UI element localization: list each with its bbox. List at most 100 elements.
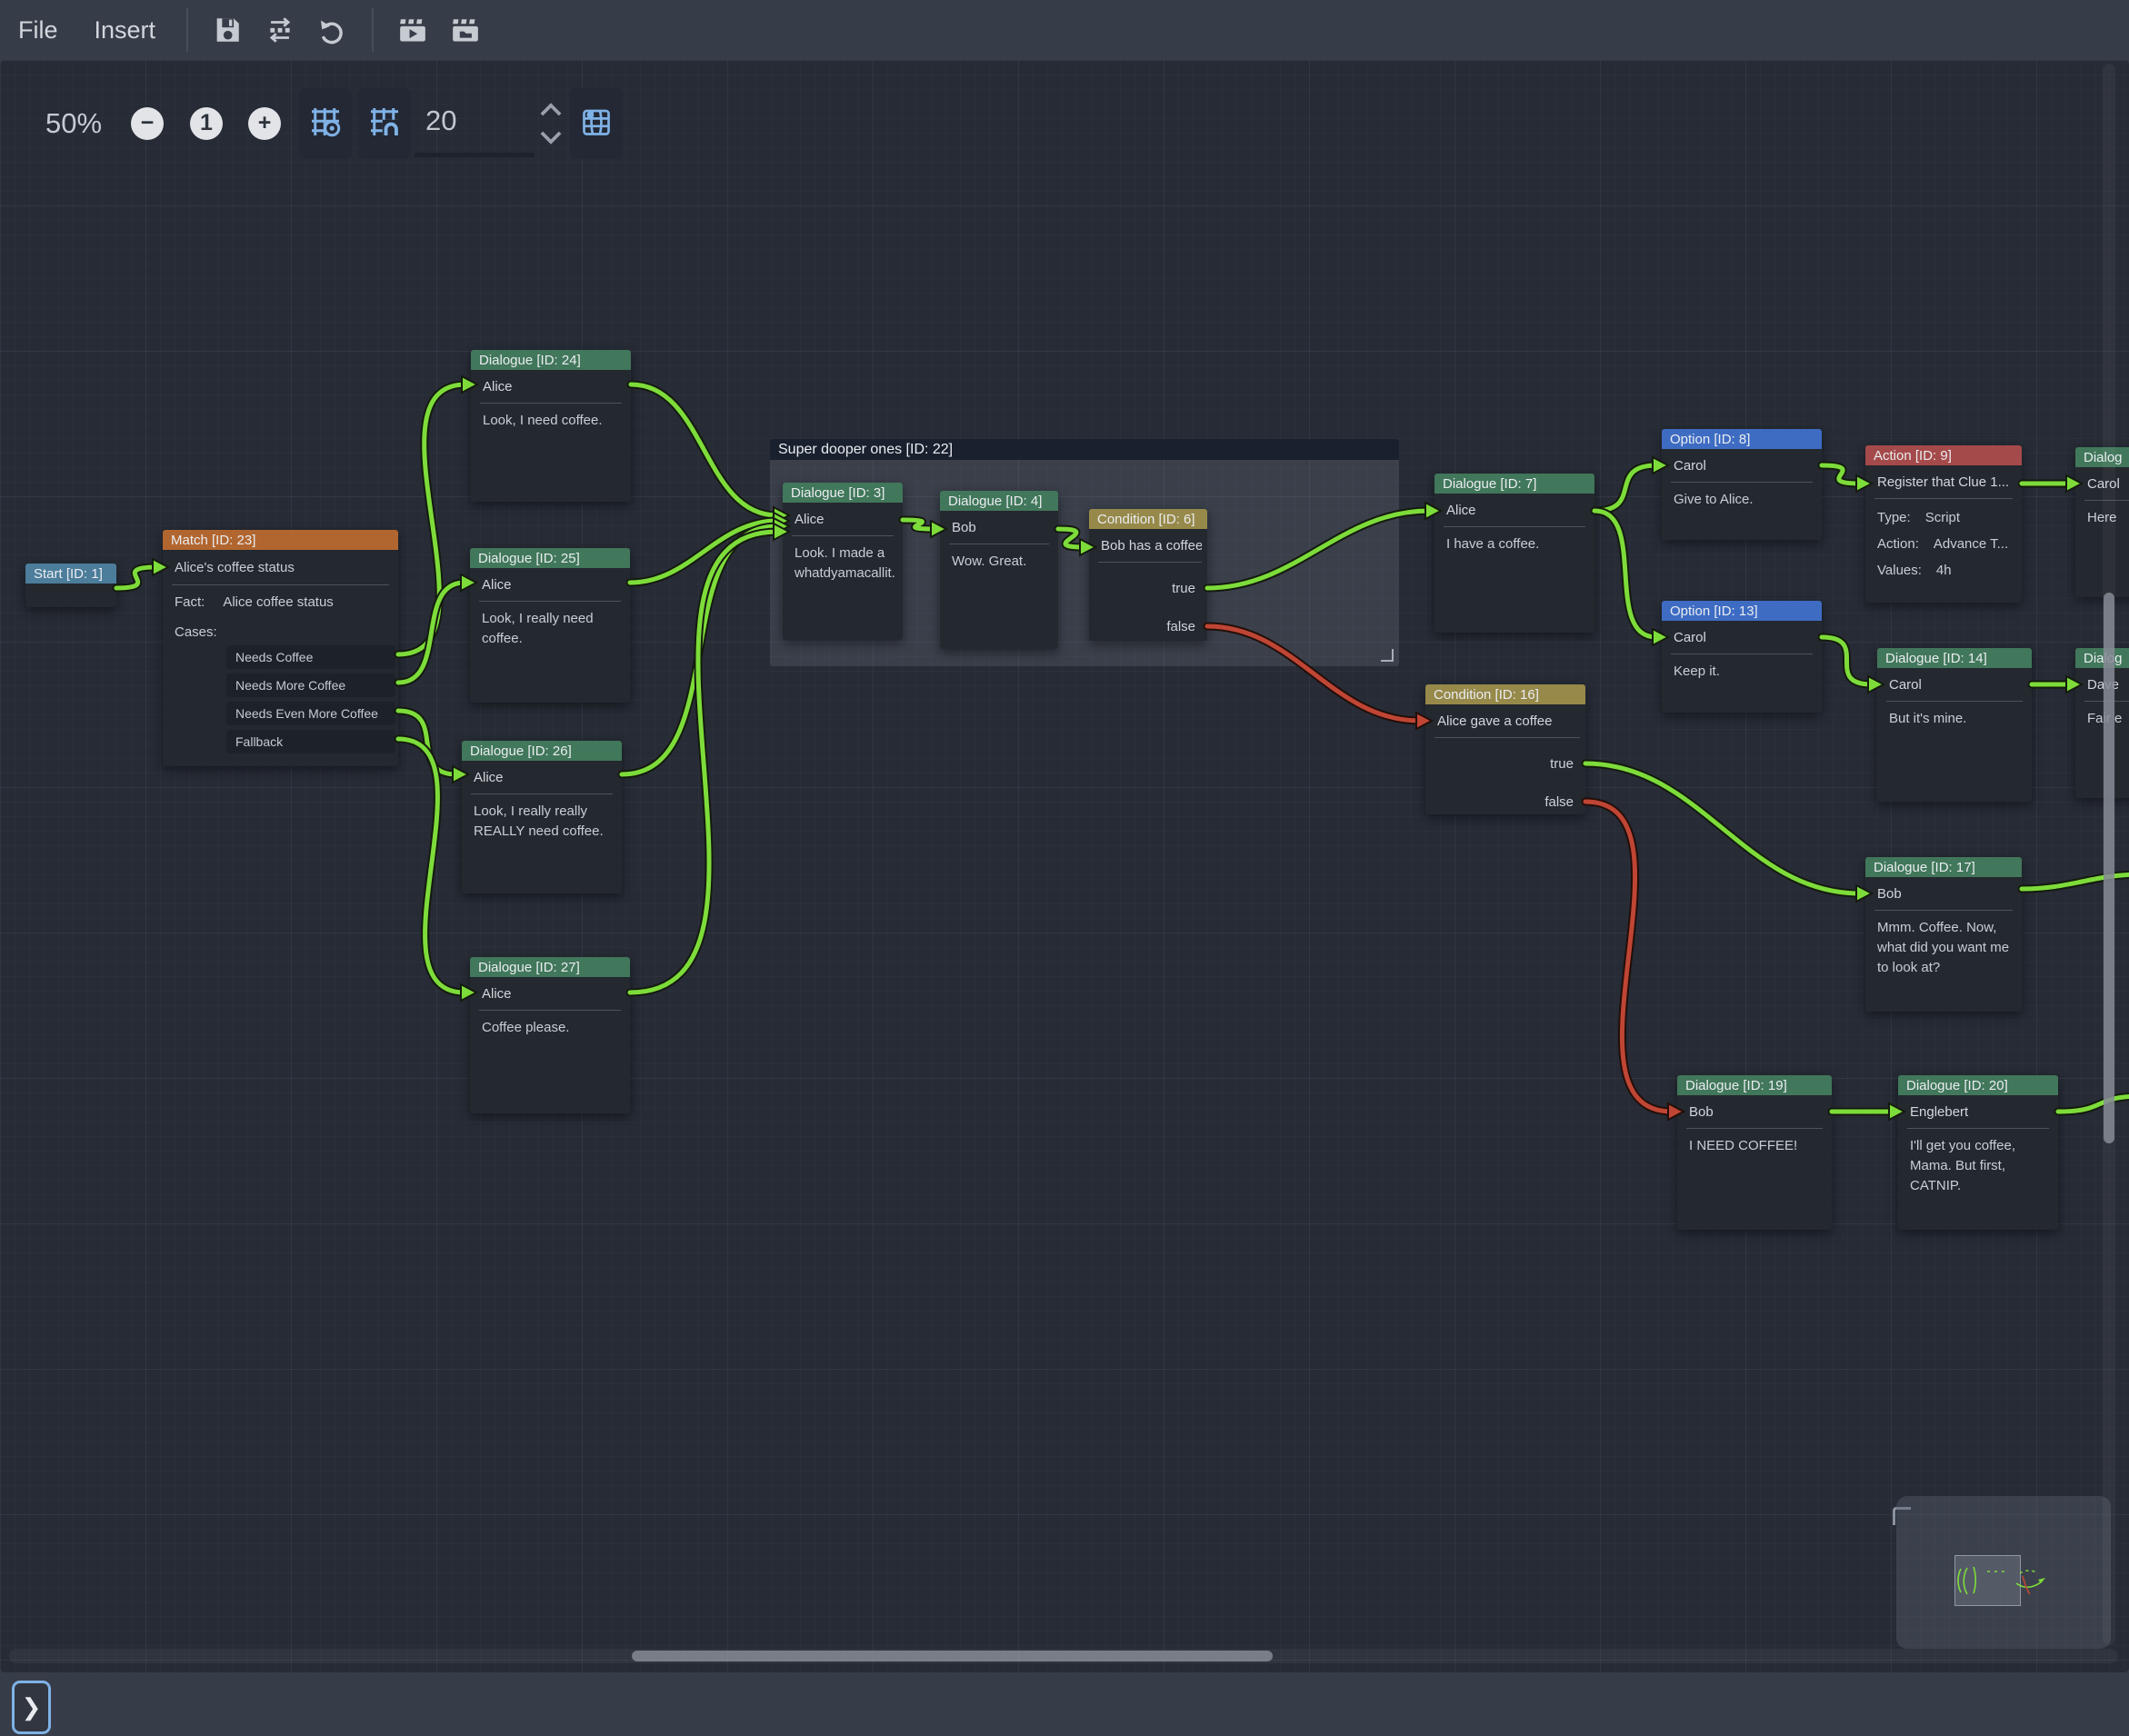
speaker-label: Bob — [1686, 1095, 1823, 1129]
node-dialogue-14[interactable]: Dialogue [ID: 14]CarolBut it's mine. — [1877, 648, 2032, 802]
dialogue-text: But it's mine. — [1877, 702, 2032, 729]
node-dialogue-17[interactable]: Dialogue [ID: 17]BobMmm. Coffee. Now, wh… — [1865, 857, 2022, 1012]
edge-2 — [398, 384, 465, 654]
fact-key: Fact: — [175, 585, 205, 618]
node-condition-6[interactable]: Condition [ID: 6]Bob has a coffeetruefal… — [1089, 509, 1207, 641]
menu-file[interactable]: File — [0, 0, 76, 60]
match-case-3[interactable]: Needs Even More Coffee — [226, 702, 395, 725]
node-dialogue-26[interactable]: Dialogue [ID: 26]AliceLook, I really rea… — [462, 741, 622, 893]
horizontal-scrollbar-thumb[interactable] — [632, 1651, 1273, 1661]
minimap-content — [1896, 1496, 2111, 1649]
action-label: Register that Clue 1... — [1874, 465, 2013, 499]
test-dialogue-icon[interactable] — [392, 9, 434, 51]
dialogue-text: Look, I need coffee. — [471, 404, 631, 431]
node-title: Dialogue [ID: 7] — [1434, 474, 1594, 494]
node-title: Dialogue [ID: 20] — [1898, 1075, 2058, 1095]
node-condition-16[interactable]: Condition [ID: 16]Alice gave a coffeetru… — [1425, 684, 1585, 814]
vertical-scrollbar[interactable] — [2103, 64, 2115, 1645]
node-dialogue-4[interactable]: Dialogue [ID: 4]BobWow. Great. — [940, 491, 1058, 649]
node-dialogue-3[interactable]: Dialogue [ID: 3]AliceLook. I made a what… — [783, 483, 903, 640]
edge-14 — [1594, 465, 1656, 511]
speaker-label: Carol — [1671, 449, 1813, 483]
node-dialogue-7[interactable]: Dialogue [ID: 7]AliceI have a coffee. — [1434, 474, 1594, 633]
node-action-9[interactable]: Action [ID: 9]Register that Clue 1... Typ… — [1865, 445, 2022, 603]
snap-toggle-icon — [368, 105, 401, 143]
edge-18 — [1822, 637, 1872, 684]
spin-down-button[interactable] — [539, 130, 563, 149]
edge-6 — [631, 384, 777, 515]
group-resize-handle[interactable] — [1381, 649, 1394, 662]
expand-panel-button[interactable]: ❯ — [12, 1681, 51, 1734]
edge-18 — [1822, 637, 1872, 684]
dialogue-text: I'll get you coffee, Mama. But first, CA… — [1898, 1129, 2058, 1196]
node-title: Dialogue [ID: 24] — [471, 350, 631, 370]
match-case-2[interactable]: Needs More Coffee — [226, 673, 395, 697]
false-output-label: false — [1089, 614, 1207, 641]
field-value: Advance T... — [1934, 531, 2008, 557]
edge-20 — [1585, 763, 1860, 893]
dialogue-text: I NEED COFFEE! — [1677, 1129, 1832, 1156]
speaker-label: Alice — [479, 977, 621, 1011]
edge-5 — [398, 739, 465, 993]
dialogue-text: Look, I really really REALLY need coffee… — [462, 794, 622, 842]
dialogue-text: Mmm. Coffee. Now, what did you want me t… — [1865, 911, 2022, 978]
save-icon[interactable] — [206, 9, 248, 51]
edge-21 — [1585, 802, 1672, 1112]
minimap[interactable] — [1896, 1496, 2111, 1649]
node-start-1[interactable]: Start [ID: 1] — [25, 564, 116, 607]
node-option-8[interactable]: Option [ID: 8]CarolGive to Alice. — [1662, 429, 1822, 540]
horizontal-scrollbar[interactable] — [9, 1649, 2118, 1663]
node-dialogue-27[interactable]: Dialogue [ID: 27]AliceCoffee please. — [470, 957, 630, 1113]
dialogue-text: Look. I made a whatdyamacallit. — [783, 536, 903, 584]
speaker-label: Carol — [1886, 668, 2023, 702]
edge-8 — [622, 526, 777, 774]
false-output-label: false — [1425, 789, 1585, 816]
snap-distance-spinbox[interactable]: 20 — [415, 88, 535, 159]
node-title: Dialogue [ID: 27] — [470, 957, 630, 977]
snap-toggle-button[interactable] — [358, 88, 411, 159]
minimap-toggle-icon — [580, 105, 613, 143]
node-dialogue-25[interactable]: Dialogue [ID: 25]AliceLook, I really nee… — [470, 548, 630, 703]
zoom-in-button[interactable]: + — [248, 107, 281, 140]
node-option-13[interactable]: Option [ID: 13]CarolKeep it. — [1662, 601, 1822, 713]
translate-icon[interactable] — [259, 9, 301, 51]
menubar-separator — [186, 8, 188, 52]
graph-canvas[interactable]: 50% − 1 + 20 — [0, 60, 2129, 1672]
node-title: Dialogue [ID: 17] — [1865, 857, 2022, 877]
edge-24 — [2058, 1096, 2129, 1112]
grid-toggle-button[interactable] — [299, 88, 352, 159]
zoom-out-button[interactable]: − — [131, 107, 164, 140]
action-field-row: Values:4h — [1865, 557, 2022, 584]
node-title: Option [ID: 13] — [1662, 601, 1822, 621]
edge-20 — [1585, 763, 1860, 893]
undo-icon[interactable] — [312, 9, 354, 51]
match-case-1[interactable]: Needs Coffee — [226, 645, 395, 669]
fact-row: Fact:Alice coffee status — [163, 585, 398, 618]
node-match-23[interactable]: Match [ID: 23]Alice's coffee statusFact:… — [163, 530, 398, 766]
spin-up-button[interactable] — [539, 103, 563, 122]
zoom-reset-button[interactable]: 1 — [190, 107, 223, 140]
field-key: Action: — [1877, 531, 1919, 557]
minimap-toggle-button[interactable] — [570, 88, 623, 159]
node-dialogue-24[interactable]: Dialogue [ID: 24]AliceLook, I need coffe… — [471, 350, 631, 502]
open-dialogue-folder-icon[interactable] — [445, 9, 486, 51]
edge-4 — [398, 711, 456, 774]
dialogue-text: Keep it. — [1662, 654, 1822, 682]
dialogue-text: Coffee please. — [470, 1011, 630, 1038]
edge-15 — [1594, 511, 1656, 637]
node-dialogue-20[interactable]: Dialogue [ID: 20]EnglebertI'll get you c… — [1898, 1075, 2058, 1230]
edge-15 — [1594, 511, 1656, 637]
speaker-label: Bob — [949, 511, 1049, 544]
cases-label: Cases: — [163, 618, 398, 645]
dialogue-text: Wow. Great. — [940, 544, 1058, 572]
edge-14 — [1594, 465, 1656, 511]
vertical-scrollbar-thumb[interactable] — [2104, 593, 2114, 1143]
match-case-4[interactable]: Fallback — [226, 730, 395, 753]
node-dialogue-19[interactable]: Dialogue [ID: 19]BobI NEED COFFEE! — [1677, 1075, 1832, 1230]
menu-insert[interactable]: Insert — [76, 0, 175, 60]
edge-2 — [398, 384, 465, 654]
grid-toggle-icon — [309, 105, 342, 143]
speaker-label: Bob — [1874, 877, 2013, 911]
node-title: Action [ID: 9] — [1865, 445, 2022, 465]
field-key: Type: — [1877, 504, 1911, 531]
